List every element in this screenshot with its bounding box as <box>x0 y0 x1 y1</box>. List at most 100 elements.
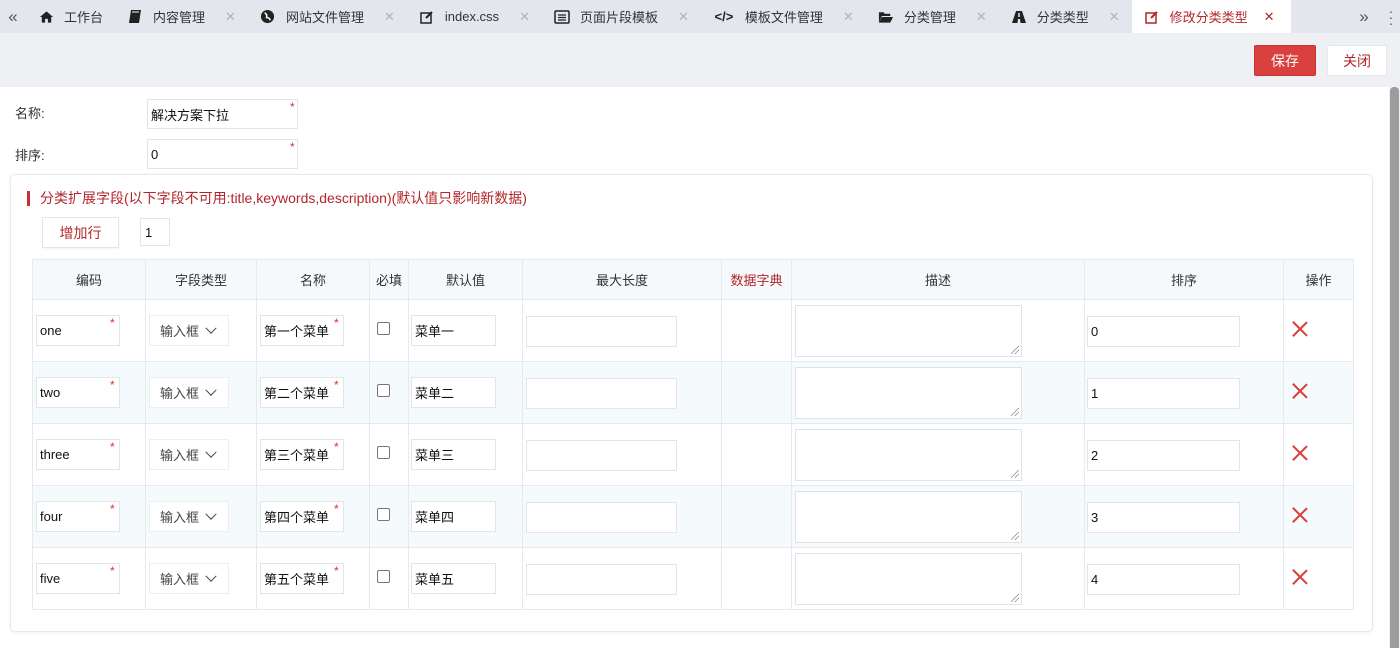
required-checkbox[interactable] <box>377 446 390 459</box>
field-name-input[interactable]: 第五个菜单 <box>260 563 344 594</box>
close-icon[interactable]: ✕ <box>843 9 854 25</box>
close-icon[interactable]: ✕ <box>519 9 530 25</box>
tab-label: 页面片段模板 <box>579 10 658 25</box>
max-length-input[interactable] <box>526 316 677 347</box>
tab-workbench[interactable]: 工作台 <box>26 0 115 33</box>
tab-scroll-left-button[interactable]: « <box>0 0 26 33</box>
resize-grip-icon[interactable] <box>1011 532 1019 540</box>
tab-category-types[interactable]: 分类类型 ✕ <box>999 0 1132 33</box>
road-icon <box>1011 9 1027 25</box>
required-checkbox[interactable] <box>377 570 390 583</box>
default-value-input[interactable]: 菜单三 <box>411 439 496 470</box>
description-textarea[interactable] <box>795 491 1022 543</box>
field-name-input[interactable]: 第一个菜单 <box>260 315 344 346</box>
tab-category-management[interactable]: 分类管理 ✕ <box>866 0 999 33</box>
sort-order-input[interactable]: 3 <box>1087 502 1240 533</box>
sort-order-input[interactable]: 4 <box>1087 564 1240 595</box>
field-type-select[interactable]: 输入框 <box>149 501 229 532</box>
tab-page-fragments[interactable]: 页面片段模板 ✕ <box>542 0 701 33</box>
delete-row-icon[interactable] <box>1292 445 1308 461</box>
field-name-input[interactable]: 第二个菜单 <box>260 377 344 408</box>
save-button[interactable]: 保存 <box>1254 45 1316 76</box>
default-value-input[interactable]: 菜单一 <box>411 315 496 346</box>
delete-row-icon[interactable] <box>1292 383 1308 399</box>
required-mark: * <box>110 564 115 578</box>
default-cell: 菜单一 <box>408 299 523 362</box>
sort-order-input[interactable]: 1 <box>1087 378 1240 409</box>
field-type-select[interactable]: 输入框 <box>149 563 229 594</box>
description-textarea[interactable] <box>795 305 1022 357</box>
close-icon[interactable]: ✕ <box>678 9 689 25</box>
delete-row-icon[interactable] <box>1292 507 1308 523</box>
required-checkbox[interactable] <box>377 322 390 335</box>
delete-row-icon[interactable] <box>1292 321 1308 337</box>
tab-index-css[interactable]: index.css ✕ <box>407 0 542 33</box>
tab-edit-category-type[interactable]: 修改分类类型 ✕ <box>1131 0 1291 33</box>
row-count-input[interactable]: 1 <box>140 218 170 246</box>
code-input[interactable]: one <box>36 315 120 346</box>
field-type-select[interactable]: 输入框 <box>149 315 229 346</box>
close-icon[interactable]: ✕ <box>225 9 236 25</box>
close-icon[interactable]: ✕ <box>1264 9 1275 25</box>
description-cell <box>791 485 1085 548</box>
header-required: 必填 <box>369 259 409 300</box>
default-value-input[interactable]: 菜单四 <box>411 501 496 532</box>
sort-cell: 0 <box>1084 299 1284 362</box>
required-checkbox[interactable] <box>377 508 390 521</box>
table-row: two * 输入框 第二个菜单 * 菜单二 1 <box>32 361 1354 424</box>
chevron-down-icon <box>205 384 217 396</box>
max-length-input[interactable] <box>526 564 677 595</box>
field-type-select[interactable]: 输入框 <box>149 377 229 408</box>
book-icon <box>127 9 143 25</box>
default-value-input[interactable]: 菜单二 <box>411 377 496 408</box>
tab-template-files[interactable]: </> 模板文件管理 ✕ <box>701 0 866 33</box>
name-cell: 第五个菜单 * <box>256 547 370 610</box>
type-cell: 输入框 <box>145 547 257 610</box>
default-value-input[interactable]: 菜单五 <box>411 563 496 594</box>
name-input[interactable]: 解决方案下拉 <box>147 99 298 129</box>
description-textarea[interactable] <box>795 429 1022 481</box>
tab-label: 工作台 <box>64 10 104 25</box>
field-type-select[interactable]: 输入框 <box>149 439 229 470</box>
add-row-button[interactable]: 增加行 <box>42 217 119 248</box>
vertical-scrollbar[interactable] <box>1389 87 1400 648</box>
tab-content-management[interactable]: 内容管理 ✕ <box>115 0 248 33</box>
resize-grip-icon[interactable] <box>1011 470 1019 478</box>
close-icon[interactable]: ✕ <box>1109 9 1120 25</box>
code-input[interactable]: two <box>36 377 120 408</box>
scrollbar-thumb[interactable] <box>1390 87 1399 648</box>
close-icon[interactable]: ✕ <box>384 9 395 25</box>
field-type-value: 输入框 <box>160 510 200 525</box>
resize-grip-icon[interactable] <box>1011 346 1019 354</box>
resize-grip-icon[interactable] <box>1011 408 1019 416</box>
sort-order-input[interactable]: 0 <box>1087 316 1240 347</box>
resize-grip-icon[interactable] <box>1011 594 1019 602</box>
code-input[interactable]: five <box>36 563 120 594</box>
header-actions: 操作 <box>1283 259 1354 300</box>
name-cell: 第三个菜单 * <box>256 423 370 486</box>
sort-order-input[interactable]: 2 <box>1087 440 1240 471</box>
close-button[interactable]: 关闭 <box>1327 45 1387 76</box>
description-textarea[interactable] <box>795 367 1022 419</box>
field-name-input[interactable]: 第四个菜单 <box>260 501 344 532</box>
max-length-input[interactable] <box>526 440 677 471</box>
code-input[interactable]: four <box>36 501 120 532</box>
required-checkbox[interactable] <box>377 384 390 397</box>
type-cell: 输入框 <box>145 299 257 362</box>
code-cell: three * <box>32 423 146 486</box>
header-code: 编码 <box>32 259 146 300</box>
extension-fields-panel: 分类扩展字段(以下字段不可用:title,keywords,descriptio… <box>10 174 1373 632</box>
field-name-input[interactable]: 第三个菜单 <box>260 439 344 470</box>
header-data-dictionary[interactable]: 数据字典 <box>721 259 792 300</box>
max-length-input[interactable] <box>526 378 677 409</box>
description-textarea[interactable] <box>795 553 1022 605</box>
delete-row-icon[interactable] <box>1292 569 1308 585</box>
max-length-input[interactable] <box>526 502 677 533</box>
tab-scroll-right-button[interactable]: » <box>1346 7 1382 27</box>
close-icon[interactable]: ✕ <box>976 9 987 25</box>
sort-input[interactable]: 0 <box>147 139 298 169</box>
code-input[interactable]: three <box>36 439 120 470</box>
tab-site-files[interactable]: 网站文件管理 ✕ <box>248 0 407 33</box>
more-options-icon[interactable]: · · · <box>1382 4 1400 30</box>
panel-title: 分类扩展字段(以下字段不可用:title,keywords,descriptio… <box>27 188 527 208</box>
